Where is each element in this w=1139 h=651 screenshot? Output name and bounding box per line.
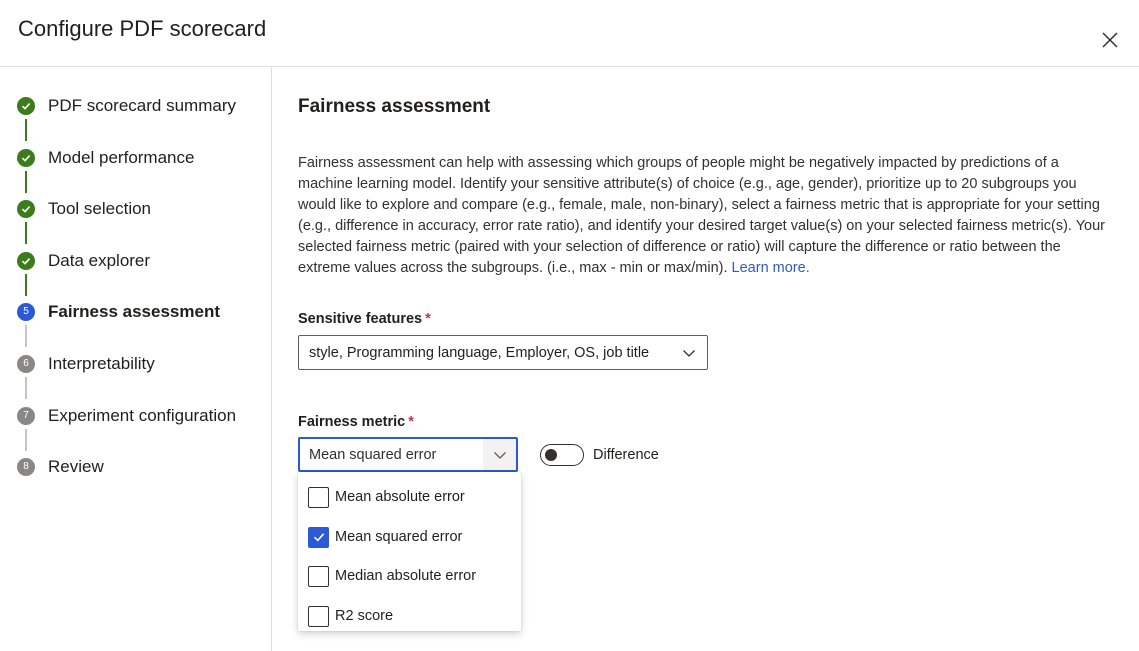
checkmark-icon (313, 533, 324, 542)
option-label: Mean absolute error (335, 489, 465, 505)
fairness-metric-menu: Mean absolute error Mean squared error M… (298, 472, 521, 631)
metric-option-median-absolute-error[interactable]: Median absolute error (298, 559, 521, 593)
step-tool-selection[interactable]: Tool selection (17, 197, 267, 221)
step-connector (25, 325, 27, 347)
section-title: Fairness assessment (298, 96, 491, 117)
step-number-badge: 6 (17, 355, 35, 373)
sensitive-features-label: Sensitive features * (298, 311, 431, 327)
step-number-badge: 5 (17, 303, 35, 321)
option-label: Median absolute error (335, 568, 477, 584)
description-text: Fairness assessment can help with assess… (298, 155, 1106, 276)
step-number-badge: 7 (17, 407, 35, 425)
checkmark-circle-icon (17, 97, 35, 115)
step-connector (25, 119, 27, 141)
option-label: R2 score (335, 608, 394, 624)
step-data-explorer[interactable]: Data explorer (17, 249, 267, 273)
sensitive-features-label-text: Sensitive features (298, 311, 423, 327)
checkmark-circle-icon (17, 252, 35, 270)
step-label: Data explorer (48, 251, 151, 270)
step-connector (25, 274, 27, 296)
step-experiment-configuration[interactable]: 7 Experiment configuration (17, 404, 267, 428)
metric-option-r2-score[interactable]: R2 score (298, 599, 521, 633)
step-number: 5 (23, 306, 29, 317)
step-connector (25, 377, 27, 399)
step-connector (25, 222, 27, 244)
chevron-down-icon (683, 350, 695, 357)
step-number-badge: 8 (17, 458, 35, 476)
step-label: Experiment configuration (48, 406, 237, 425)
step-label: Model performance (48, 148, 195, 167)
toggle-knob (545, 449, 557, 461)
step-navigation: PDF scorecard summary Model performance … (0, 67, 272, 651)
required-marker: * (408, 414, 414, 430)
sensitive-features-value: style, Programming language, Employer, O… (309, 344, 650, 361)
section-description: Fairness assessment can help with assess… (298, 153, 1110, 279)
step-label: Tool selection (48, 199, 152, 218)
close-icon[interactable] (1098, 28, 1122, 52)
toggle-label: Difference (593, 447, 659, 463)
fairness-metric-dropdown[interactable]: Mean squared error (298, 437, 518, 472)
step-label: Review (48, 457, 104, 476)
fairness-metric-label-text: Fairness metric (298, 414, 406, 430)
fairness-metric-label: Fairness metric * (298, 414, 414, 430)
step-pdf-scorecard-summary[interactable]: PDF scorecard summary (17, 94, 267, 118)
step-number: 7 (23, 410, 29, 421)
learn-more-link[interactable]: Learn more. (732, 260, 810, 276)
checkmark-circle-icon (17, 200, 35, 218)
metric-option-mean-squared-error[interactable]: Mean squared error (298, 520, 521, 554)
step-model-performance[interactable]: Model performance (17, 146, 267, 170)
fairness-metric-value: Mean squared error (309, 446, 437, 463)
step-connector (25, 429, 27, 451)
dropdown-caret[interactable] (483, 439, 516, 470)
dialog-header: Configure PDF scorecard (0, 0, 1139, 67)
step-label: PDF scorecard summary (48, 96, 236, 115)
step-connector (25, 171, 27, 193)
checkbox-checked[interactable] (308, 526, 329, 548)
metric-option-mean-absolute-error[interactable]: Mean absolute error (298, 480, 521, 514)
checkbox[interactable] (308, 605, 329, 627)
checkmark-circle-icon (17, 149, 35, 167)
chevron-down-icon (493, 451, 506, 459)
checkbox[interactable] (308, 486, 329, 508)
step-label: Fairness assessment (48, 302, 220, 321)
step-label: Interpretability (48, 354, 155, 373)
checkbox[interactable] (308, 565, 329, 587)
step-number: 6 (23, 358, 29, 369)
step-number: 8 (23, 461, 29, 472)
option-label: Mean squared error (335, 529, 463, 545)
difference-ratio-toggle[interactable] (540, 444, 584, 466)
step-fairness-assessment[interactable]: 5 Fairness assessment (17, 300, 267, 324)
required-marker: * (425, 311, 431, 327)
dialog-title: Configure PDF scorecard (18, 16, 267, 41)
sensitive-features-dropdown[interactable]: style, Programming language, Employer, O… (298, 335, 708, 370)
step-interpretability[interactable]: 6 Interpretability (17, 352, 267, 376)
step-review[interactable]: 8 Review (17, 455, 267, 479)
